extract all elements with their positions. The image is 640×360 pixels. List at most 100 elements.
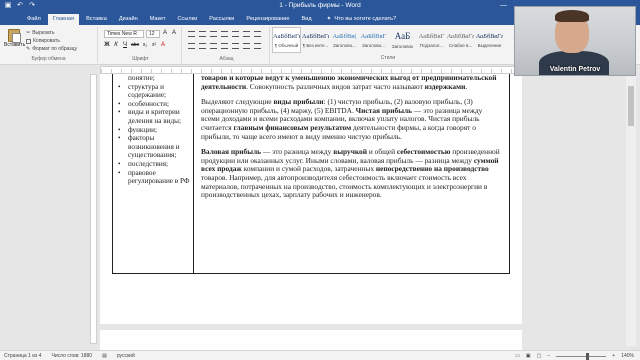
italic-button[interactable]: К [113, 42, 119, 48]
style-title[interactable]: АаБ Заголовок [388, 27, 417, 53]
vertical-scrollbar[interactable] [626, 66, 636, 346]
list-item: функции; [116, 126, 192, 135]
multilevel-list-icon[interactable] [210, 31, 217, 37]
style-subtle-emphasis[interactable]: АаБбВвГг Слабое в... [446, 27, 475, 53]
scissors-icon: ✂ [26, 30, 31, 36]
borders-icon[interactable] [254, 43, 261, 49]
tell-me-box[interactable]: ✦ Что вы хотите сделать? [319, 14, 403, 25]
style-sample: АаБбВвГ [418, 33, 445, 40]
tab-design[interactable]: Дизайн [114, 14, 143, 25]
shrink-font-button[interactable]: A [171, 30, 177, 36]
presenter-hair [555, 10, 589, 22]
read-mode-icon[interactable]: ▭ [515, 353, 520, 359]
tab-review[interactable]: Рецензирование [241, 14, 294, 25]
style-normal[interactable]: АаБбВвГг, ¶ Обычный [272, 27, 301, 53]
font-color-button[interactable]: A [160, 42, 166, 48]
tab-mailings[interactable]: Рассылки [204, 14, 239, 25]
align-buttons-row [188, 43, 261, 49]
zoom-slider-thumb[interactable] [586, 352, 590, 360]
cut-label: Вырезать [32, 30, 55, 36]
table-right-column: товаров и которые ведут к уменьшению эко… [201, 73, 501, 207]
tab-insert[interactable]: Вставка [81, 14, 112, 25]
language[interactable]: русский [117, 353, 135, 359]
zoom-level[interactable]: 140% [621, 353, 634, 359]
clipboard-group-label: Буфер обмена [31, 56, 66, 62]
font-format-row: Ж К Ч abc x₂ x² A [104, 42, 166, 48]
superscript-button[interactable]: x² [151, 42, 157, 48]
style-heading-2[interactable]: АаБбВвГ Заголово... [359, 27, 388, 53]
bullets-icon[interactable] [188, 31, 195, 37]
list-item: последствия; [116, 160, 192, 169]
grow-font-button[interactable]: A [162, 30, 168, 36]
minimize-icon[interactable]: — [500, 2, 507, 9]
window-controls: — [500, 2, 507, 9]
pilcrow-icon[interactable] [254, 31, 261, 37]
tab-view[interactable]: Вид [297, 14, 317, 25]
align-left-icon[interactable] [188, 43, 195, 49]
style-name: Слабое в... [448, 43, 473, 48]
align-right-icon[interactable] [210, 43, 217, 49]
style-sample: АаБбВвГ [360, 33, 387, 40]
document-page[interactable]: понятие; структура и содержание; особенн… [100, 73, 522, 324]
list-item: виды и критерии деления на виды; [116, 108, 192, 125]
text-run: . [465, 81, 468, 91]
vertical-ruler[interactable] [90, 74, 97, 344]
scrollbar-thumb[interactable] [628, 86, 634, 126]
tab-file[interactable]: Файл [22, 14, 46, 25]
style-emphasis[interactable]: АаБбВвГг Выделение [475, 27, 504, 53]
style-no-spacing[interactable]: АаБбВвГг, ¶ Без инте... [301, 27, 330, 53]
font-group: Times New R 12 A A Ж К Ч abc x₂ x² A Шри… [100, 27, 182, 63]
tab-references[interactable]: Ссылки [173, 14, 203, 25]
bold-button[interactable]: Ж [104, 42, 110, 48]
align-center-icon[interactable] [199, 43, 206, 49]
style-subtitle[interactable]: АаБбВвГ Подзагол... [417, 27, 446, 53]
tab-layout[interactable]: Макет [145, 14, 171, 25]
word-count[interactable]: Число слов: 1880 [51, 353, 92, 359]
table-column-divider [193, 74, 194, 273]
zoom-out-icon[interactable]: − [547, 353, 550, 359]
style-sample: АаБбВвГг [447, 33, 475, 40]
tab-home[interactable]: Главная [47, 14, 80, 25]
font-name-select[interactable]: Times New R [104, 30, 144, 38]
next-page[interactable] [100, 330, 522, 350]
paragraph-gross-profit: Валовая прибыль — это разница между выру… [201, 147, 501, 200]
subscript-button[interactable]: x₂ [142, 42, 148, 48]
clipboard-group: Вставить ✂ Вырезать Копировать ✎ Формат … [0, 27, 98, 63]
underline-button[interactable]: Ч [122, 42, 128, 48]
format-painter-button[interactable]: ✎ Формат по образцу [26, 46, 77, 52]
style-sample: АаБбВвГг, [273, 33, 301, 40]
copy-button[interactable]: Копировать [26, 38, 60, 44]
numbering-icon[interactable] [199, 31, 206, 37]
style-name: Заголово... [333, 43, 356, 48]
sort-icon[interactable] [243, 31, 250, 37]
style-name: Подзагол... [419, 43, 444, 48]
style-name: Заголовок [391, 44, 414, 49]
tell-me-text: Что вы хотите сделать? [334, 16, 397, 22]
page-count[interactable]: Страница 1 из 4 [4, 353, 41, 359]
paragraph-group: Абзац [184, 27, 270, 63]
web-layout-icon[interactable]: ▢ [537, 353, 542, 359]
paste-button[interactable]: Вставить [4, 29, 25, 53]
print-layout-icon[interactable]: ▣ [526, 353, 531, 359]
increase-indent-icon[interactable] [232, 31, 239, 37]
paragraph-profit-types: Выделяют следующие виды прибыли: (1) чис… [201, 97, 501, 141]
style-sample: АаБбВвГг, [302, 33, 330, 40]
table-left-column: понятие; структура и содержание; особенн… [116, 74, 192, 186]
line-spacing-icon[interactable] [232, 43, 239, 49]
shading-icon[interactable] [243, 43, 250, 49]
proofing-icon[interactable]: ▤ [102, 353, 107, 359]
decrease-indent-icon[interactable] [221, 31, 228, 37]
list-item: структура и содержание; [116, 83, 192, 100]
style-name: ¶ Без инте... [302, 43, 329, 48]
zoom-slider[interactable] [556, 352, 607, 360]
font-size-select[interactable]: 12 [146, 30, 160, 38]
style-sample: АаБбВвГг [476, 33, 504, 40]
strikethrough-button[interactable]: abc [131, 42, 139, 48]
list-item: факторы возникновения и существования; [116, 134, 192, 160]
zoom-in-icon[interactable]: + [612, 353, 615, 359]
paintbrush-icon: ✎ [26, 46, 31, 52]
cut-button[interactable]: ✂ Вырезать [26, 30, 54, 36]
style-heading-1[interactable]: АаБбВв( Заголово... [330, 27, 359, 53]
justify-icon[interactable] [221, 43, 228, 49]
style-name: Выделение [477, 43, 502, 48]
